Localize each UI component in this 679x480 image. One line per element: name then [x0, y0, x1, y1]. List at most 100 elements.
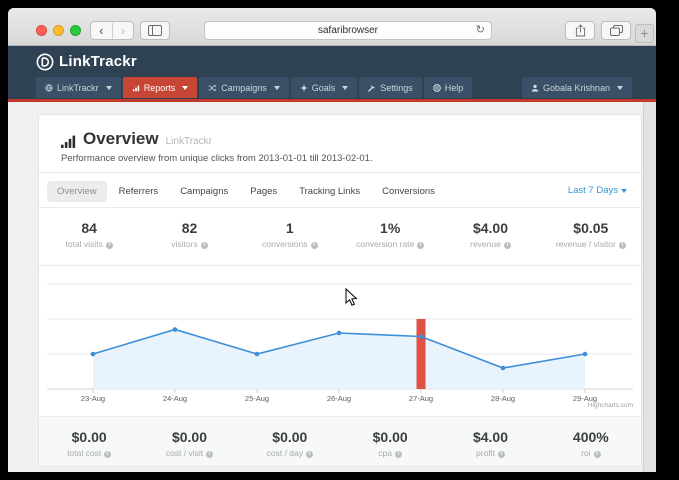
stat-label: cost / dayi: [240, 448, 340, 458]
info-icon[interactable]: i: [201, 242, 208, 249]
chevron-down-icon: [342, 86, 348, 90]
info-icon[interactable]: i: [417, 242, 424, 249]
stat-conversion-rate: 1%conversion ratei: [340, 208, 440, 265]
stat-label: conversionsi: [240, 239, 340, 249]
chevron-down-icon: [182, 86, 188, 90]
user-menu[interactable]: Gobala Krishnan: [522, 77, 632, 98]
stat-cpa: $0.00cpai: [340, 417, 440, 466]
stat-label: profiti: [440, 448, 540, 458]
stat-value: 84: [39, 220, 139, 236]
stat-value: 82: [139, 220, 239, 236]
stat-label: total visitsi: [39, 239, 139, 249]
chevron-down-icon: [106, 86, 112, 90]
stat-cost-day: $0.00cost / dayi: [240, 417, 340, 466]
zoom-window-button[interactable]: [70, 25, 81, 36]
chart-credit[interactable]: Highcharts.com: [588, 402, 633, 409]
nav-item-label: Settings: [380, 83, 413, 93]
stat-value: $0.05: [541, 220, 641, 236]
stat-revenue-visitor: $0.05revenue / visitori: [541, 208, 641, 265]
report-tab-bar: OverviewReferrersCampaignsPagesTracking …: [39, 173, 641, 208]
tabs-icon: [610, 25, 623, 36]
nav-item-settings[interactable]: Settings: [359, 77, 422, 98]
nav-item-campaigns[interactable]: Campaigns: [199, 77, 289, 98]
minimize-window-button[interactable]: [53, 25, 64, 36]
stat-label: total costi: [39, 448, 139, 458]
main-navigation: LinkTrackr Reports Campaigns Goals Settings H…: [8, 77, 656, 99]
stat-value: 400%: [541, 429, 641, 445]
stat-cost-visit: $0.00 cost / visiti: [139, 417, 239, 466]
info-icon[interactable]: i: [206, 451, 213, 458]
stat-value: $0.00: [139, 429, 239, 445]
x-axis-label: 23-Aug: [81, 394, 105, 403]
linktrackr-logo-icon: [36, 53, 54, 71]
stat-value: $4.00: [440, 429, 540, 445]
info-icon[interactable]: i: [311, 242, 318, 249]
reload-icon[interactable]: ↻: [476, 22, 485, 39]
chart-icon: [132, 84, 140, 92]
info-icon[interactable]: i: [395, 451, 402, 458]
bar-chart-icon: [61, 135, 76, 148]
stat-conversions: 1 conversionsi: [240, 208, 340, 265]
overview-card: Overview LinkTrackr Performance overview…: [38, 114, 642, 467]
chevron-down-icon: [274, 86, 280, 90]
stat-label: cost / visiti: [139, 448, 239, 458]
address-bar[interactable]: safaribrowser ↻: [204, 21, 492, 40]
tab-pages[interactable]: Pages: [240, 181, 287, 202]
show-tabs-button[interactable]: [601, 21, 631, 40]
info-icon[interactable]: i: [104, 451, 111, 458]
nav-item-reports[interactable]: Reports: [123, 77, 198, 98]
tab-conversions[interactable]: Conversions: [372, 181, 445, 202]
x-axis-label: 24-Aug: [163, 394, 187, 403]
stat-profit: $4.00 profiti: [440, 417, 540, 466]
nav-item-label: Campaigns: [221, 83, 267, 93]
history-nav-group: ‹ ›: [90, 21, 134, 40]
chevron-down-icon: [617, 86, 623, 90]
forward-button[interactable]: ›: [112, 23, 134, 39]
page-content: Overview LinkTrackr Performance overview…: [8, 102, 656, 472]
chevron-down-icon: [621, 189, 627, 193]
tab-overview[interactable]: Overview: [47, 181, 107, 202]
close-window-button[interactable]: [36, 25, 47, 36]
stat-value: $0.00: [39, 429, 139, 445]
page-scrollbar[interactable]: [643, 102, 656, 472]
stats-row-bottom: $0.00total costi$0.00cost / visiti$0.00c…: [39, 416, 641, 466]
info-icon[interactable]: i: [504, 242, 511, 249]
stat-label: roii: [541, 448, 641, 458]
site-header: LinkTrackr: [8, 46, 656, 77]
nav-item-help[interactable]: Help: [424, 77, 473, 98]
x-axis-label: 25-Aug: [245, 394, 269, 403]
shuffle-icon: [208, 84, 217, 92]
overview-header: Overview LinkTrackr Performance overview…: [39, 115, 641, 173]
info-icon[interactable]: i: [594, 451, 601, 458]
tab-referrers[interactable]: Referrers: [109, 181, 169, 202]
sidebar-toggle-button[interactable]: [140, 21, 170, 40]
site-logo-text: LinkTrackr: [59, 53, 137, 70]
share-icon: [575, 24, 586, 37]
new-tab-button[interactable]: +: [635, 24, 654, 43]
sidebar-icon: [148, 25, 162, 36]
nav-item-goals[interactable]: Goals: [291, 77, 358, 98]
tab-campaigns[interactable]: Campaigns: [170, 181, 238, 202]
nav-item-linktrackr[interactable]: LinkTrackr: [36, 77, 121, 98]
wrench-icon: [368, 84, 376, 92]
star-icon: [300, 84, 308, 92]
stat-value: $4.00: [440, 220, 540, 236]
info-icon[interactable]: i: [498, 451, 505, 458]
stat-value: 1: [240, 220, 340, 236]
browser-window: ‹ › safaribrowser ↻ +: [8, 8, 656, 472]
info-icon[interactable]: i: [306, 451, 313, 458]
stat-total-visits: 84 total visitsi: [39, 208, 139, 265]
stat-label: revenuei: [440, 239, 540, 249]
info-icon[interactable]: i: [106, 242, 113, 249]
back-button[interactable]: ‹: [91, 23, 112, 39]
site-logo[interactable]: LinkTrackr: [36, 53, 137, 71]
share-button[interactable]: [565, 21, 595, 40]
stat-label: visitorsi: [139, 239, 239, 249]
x-axis-label: 27-Aug: [409, 394, 433, 403]
nav-item-label: LinkTrackr: [57, 83, 99, 93]
stats-row-top: 84 total visitsi82 visitorsi1 conversionsi1…: [39, 208, 641, 266]
date-range-selector[interactable]: Last 7 Days: [568, 185, 627, 196]
tab-tracking-links[interactable]: Tracking Links: [289, 181, 370, 202]
info-icon[interactable]: i: [619, 242, 626, 249]
stat-label: cpai: [340, 448, 440, 458]
